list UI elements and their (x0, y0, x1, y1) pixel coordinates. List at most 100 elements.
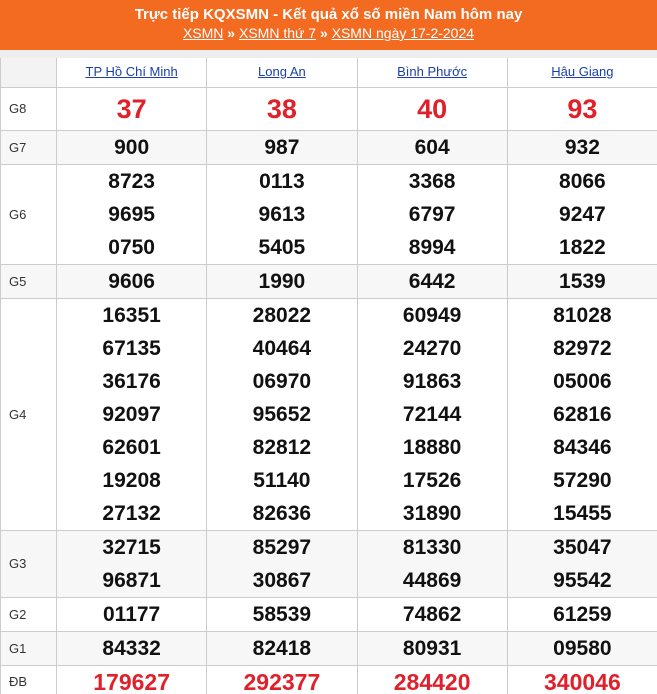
prize-number: 1539 (559, 269, 606, 293)
prize-cell: 84332 (55, 630, 208, 666)
prize-cell: 1539 (506, 263, 657, 299)
prize-number: 8066 (559, 169, 606, 193)
prize-table-body: G8 37 38 40 93 G7 900 987 604 932 G6 8723 9695 0750 01… (0, 86, 657, 694)
prize-number: 51140 (253, 468, 311, 492)
prize-number: 9606 (108, 269, 155, 293)
prize-number: 81330 (402, 535, 462, 559)
prize-label: ĐB (0, 664, 57, 694)
prize-number: 1990 (258, 269, 306, 293)
prize-cell: 932 (506, 129, 657, 165)
prize-cell: 604 (356, 129, 508, 165)
prize-cell: 32715 96871 (55, 529, 208, 598)
prize-number: 91863 (402, 369, 462, 393)
prize-number: 72144 (402, 402, 462, 426)
prize-cell: 987 (206, 129, 358, 165)
prize-cell: 28022 40464 06970 95652 82812 51140 82636 (206, 297, 358, 531)
prize-number: 44869 (402, 568, 462, 592)
prize-cell: 81330 44869 (356, 529, 508, 598)
province-link-long-an[interactable]: Long An (258, 64, 306, 79)
prize-number: 30867 (252, 568, 312, 592)
prize-number: 58539 (252, 602, 312, 626)
prize-number: 74862 (402, 602, 462, 626)
breadcrumb-xsmn-date[interactable]: XSMN ngày 17-2-2024 (332, 25, 474, 41)
page-title: Trực tiếp KQXSMN - Kết quả xổ số miền Na… (134, 6, 523, 23)
prize-number: 932 (564, 135, 600, 159)
prize-number: 604 (414, 135, 450, 159)
prize-number: 36176 (102, 369, 161, 393)
prize-number: 67135 (102, 336, 161, 360)
prize-number: 95542 (553, 568, 612, 592)
breadcrumb-xsmn-thu-7[interactable]: XSMN thứ 7 (239, 25, 316, 41)
prize-number: 31890 (402, 501, 462, 525)
prize-number: 37 (116, 93, 147, 124)
prize-number: 38 (266, 93, 297, 124)
prize-number: 82812 (252, 435, 312, 459)
breadcrumb-xsmn[interactable]: XSMN (183, 25, 223, 41)
prize-label: G7 (0, 129, 57, 165)
prize-number: 32715 (102, 535, 161, 559)
prize-number: 292377 (243, 668, 321, 694)
prize-number: 60949 (402, 303, 462, 327)
prize-number: 9613 (258, 202, 306, 226)
prize-number: 35047 (553, 535, 612, 559)
prize-number: 82418 (252, 636, 312, 660)
province-link-tp-ho-chi-minh[interactable]: TP Hồ Chí Minh (86, 64, 178, 79)
prize-row: G6 8723 9695 0750 0113 9613 5405 3368 6797 8994 80… (0, 163, 657, 265)
prize-number: 0113 (259, 169, 305, 193)
prize-number: 61259 (553, 602, 612, 626)
prize-number: 19208 (102, 468, 161, 492)
prize-number: 82636 (252, 501, 312, 525)
page-header: Trực tiếp KQXSMN - Kết quả xổ số miền Na… (0, 0, 657, 50)
province-link-binh-phuoc[interactable]: Bình Phước (397, 64, 467, 79)
prize-number: 24270 (402, 336, 462, 360)
prize-number: 40464 (252, 336, 312, 360)
prize-row: G1 84332 82418 80931 09580 (0, 630, 657, 666)
prize-cell: 8723 9695 0750 (55, 163, 208, 265)
prize-number: 340046 (544, 668, 621, 694)
province-header: Hậu Giang (506, 50, 657, 88)
prize-row: G2 01177 58539 74862 61259 (0, 596, 657, 632)
prize-cell: 93 (506, 86, 657, 131)
prize-number: 62601 (102, 435, 161, 459)
prize-number: 84346 (553, 435, 612, 459)
prize-cell: 40 (356, 86, 508, 131)
prize-cell: 09580 (506, 630, 657, 666)
prize-number: 96871 (102, 568, 161, 592)
prize-cell: 81028 82972 05006 62816 84346 57290 15455 (506, 297, 657, 531)
prize-cell: 179627 (55, 664, 208, 694)
prize-number: 93 (567, 93, 598, 124)
prize-label: G3 (0, 529, 57, 598)
prize-number: 3368 (408, 169, 456, 193)
prize-number: 9247 (559, 202, 606, 226)
prize-cell: 85297 30867 (206, 529, 358, 598)
province-header: Long An (206, 50, 358, 88)
prize-cell: 284420 (356, 664, 508, 694)
prize-number: 27132 (102, 501, 161, 525)
province-header: Bình Phước (356, 50, 508, 88)
province-link-hau-giang[interactable]: Hậu Giang (551, 64, 613, 79)
prize-number: 8723 (108, 169, 155, 193)
prize-number: 84332 (102, 636, 161, 660)
prize-number: 6442 (408, 269, 456, 293)
prize-cell: 60949 24270 91863 72144 18880 17526 31890 (356, 297, 508, 531)
prize-row: G4 16351 67135 36176 92097 62601 19208 27132 280… (0, 297, 657, 531)
prize-cell: 61259 (506, 596, 657, 632)
prize-cell: 1990 (206, 263, 358, 299)
prize-label: G6 (0, 163, 57, 265)
breadcrumb-separator: » (319, 25, 328, 41)
prize-number: 179627 (93, 668, 170, 694)
prize-number: 85297 (252, 535, 312, 559)
prize-number: 8994 (408, 235, 456, 259)
prize-row: G7 900 987 604 932 (0, 129, 657, 165)
prize-label: G2 (0, 596, 57, 632)
prize-label: G1 (0, 630, 57, 666)
prize-row: ĐB 179627 292377 284420 340046 (0, 664, 657, 694)
prize-number: 5405 (258, 235, 306, 259)
prize-number: 62816 (553, 402, 612, 426)
prize-cell: 8066 9247 1822 (506, 163, 657, 265)
prize-label: G5 (0, 263, 57, 299)
prize-number: 05006 (553, 369, 612, 393)
header-corner (0, 50, 57, 88)
prize-cell: 35047 95542 (506, 529, 657, 598)
prize-row: G5 9606 1990 6442 1539 (0, 263, 657, 299)
